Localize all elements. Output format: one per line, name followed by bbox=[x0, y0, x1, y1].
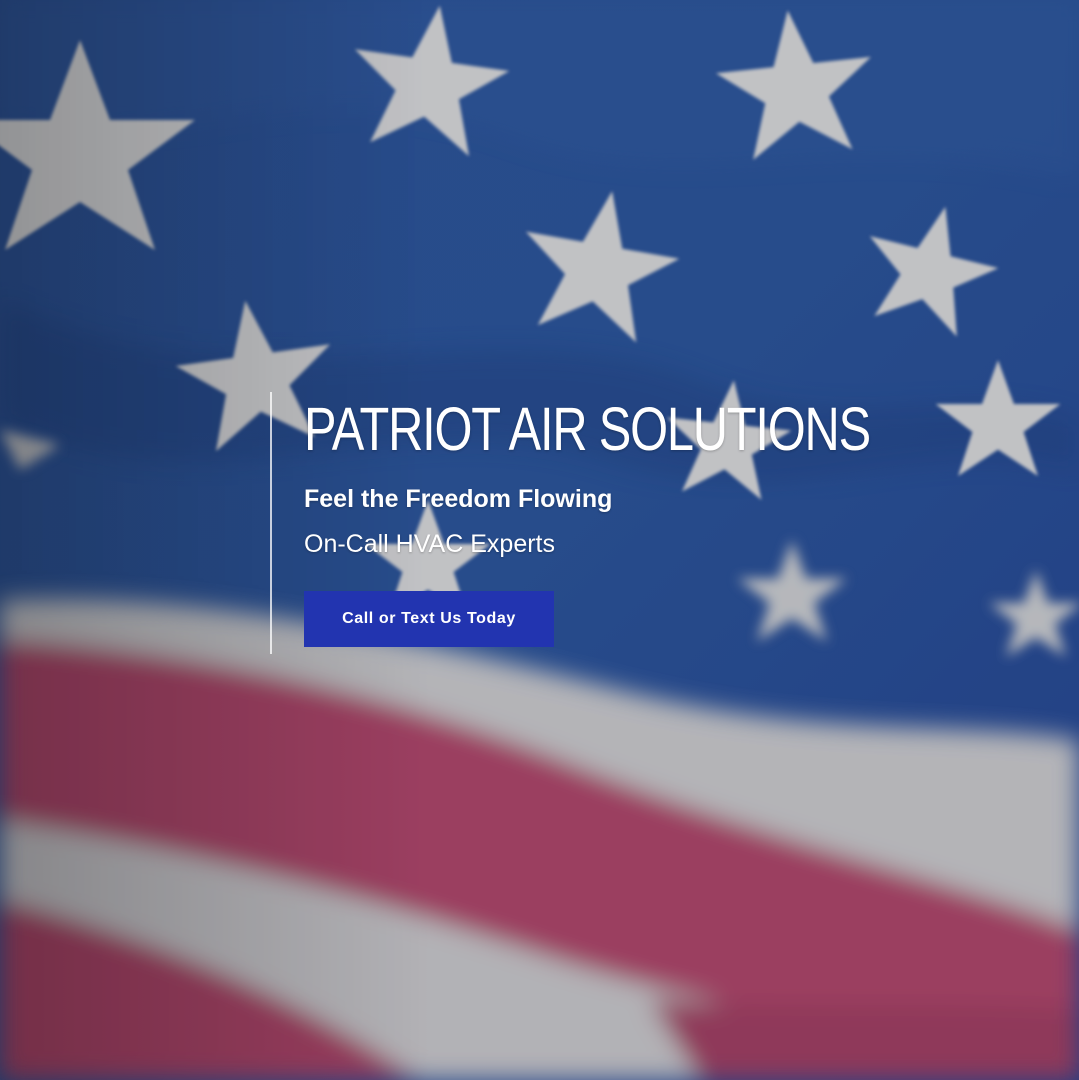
hero-subtitle: On-Call HVAC Experts bbox=[304, 530, 555, 558]
hero-content: PATRIOT AIR SOLUTIONS Feel the Freedom F… bbox=[270, 392, 910, 654]
page-title: PATRIOT AIR SOLUTIONS bbox=[304, 395, 871, 463]
call-or-text-button[interactable]: Call or Text Us Today bbox=[304, 591, 554, 647]
hero-tagline: Feel the Freedom Flowing bbox=[304, 485, 613, 513]
hero-section: PATRIOT AIR SOLUTIONS Feel the Freedom F… bbox=[0, 0, 1079, 1080]
vertical-divider bbox=[270, 392, 272, 654]
